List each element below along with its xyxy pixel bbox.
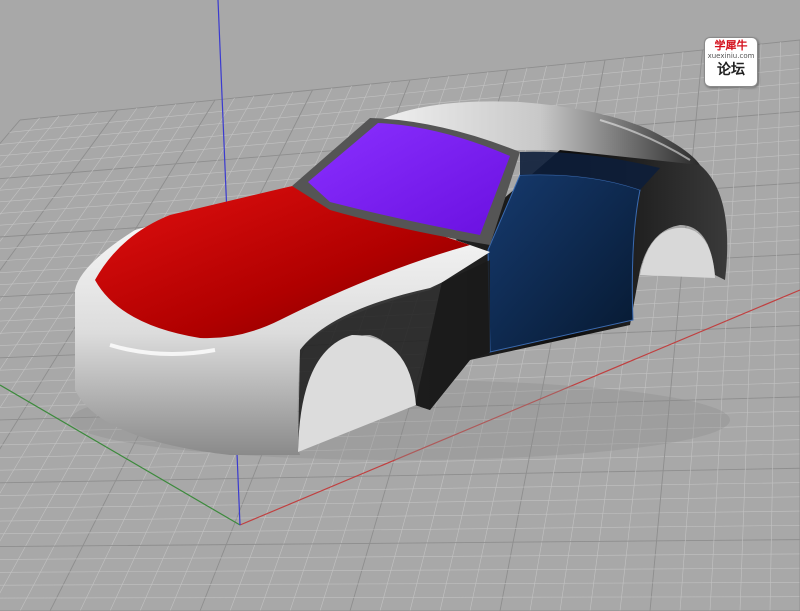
rhino-viewport[interactable]: 学犀牛 xuexiniu.com 论坛: [0, 0, 800, 611]
watermark-bottom-text: 论坛: [717, 62, 745, 78]
watermark-top-text: 学犀牛: [714, 39, 748, 52]
watermark-logo: 学犀牛 xuexiniu.com 论坛: [704, 37, 758, 87]
watermark-url-text: xuexiniu.com: [707, 52, 755, 60]
viewport-canvas[interactable]: [0, 0, 800, 611]
